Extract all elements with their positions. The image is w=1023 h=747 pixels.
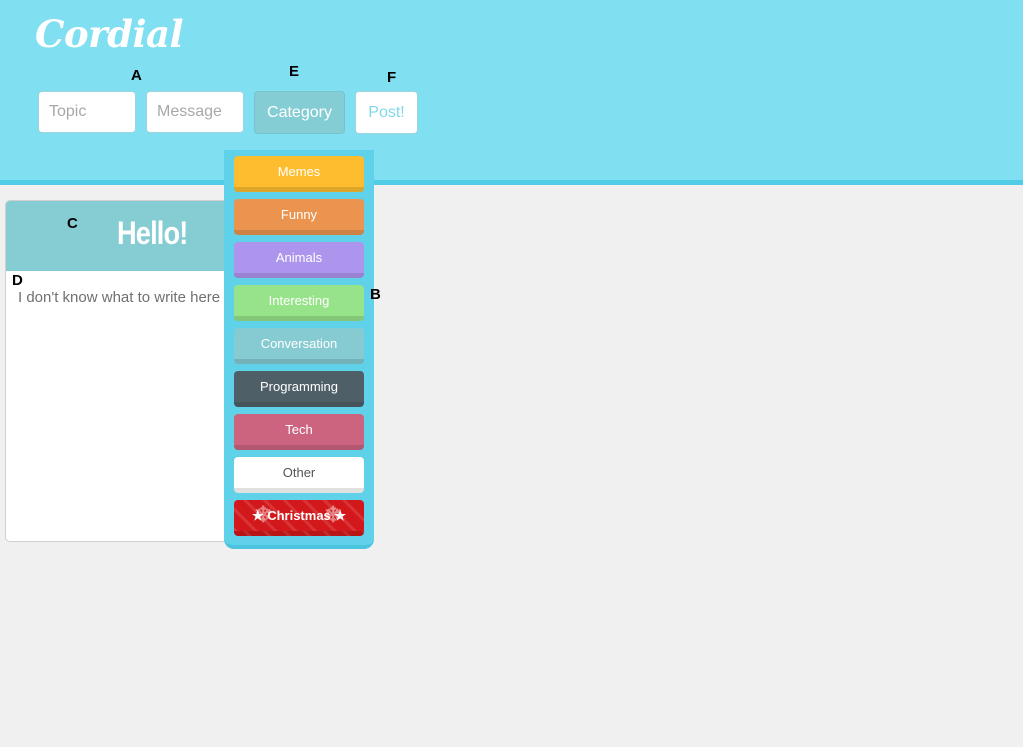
category-programming[interactable]: Programming (234, 371, 364, 407)
post-card-header: Hello! (6, 201, 236, 271)
category-label: Animals (275, 250, 323, 265)
marker-f: F (387, 69, 397, 86)
topic-input[interactable] (38, 91, 136, 133)
category-label: ★ Christmas ★ (251, 508, 347, 523)
post-title: Hello! (117, 215, 188, 251)
app-logo[interactable]: Cordial (35, 12, 184, 56)
post-button[interactable]: Post! (355, 91, 418, 134)
header-bar: Cordial A E F Category Post! (0, 0, 1023, 185)
category-conversation[interactable]: Conversation (234, 328, 364, 364)
category-label: Interesting (268, 293, 330, 308)
category-label: Conversation (260, 336, 338, 351)
marker-d: D (12, 272, 23, 289)
category-button[interactable]: Category (254, 91, 345, 134)
category-other[interactable]: Other (234, 457, 364, 493)
message-input[interactable] (146, 91, 244, 133)
category-tech[interactable]: Tech (234, 414, 364, 450)
category-label: Tech (285, 422, 313, 437)
post-card: Hello! I don't know what to write here (5, 200, 237, 542)
category-christmas[interactable]: ❄ ❄ ★ Christmas ★ (234, 500, 364, 536)
category-label: Funny (280, 207, 318, 222)
category-label: Programming (259, 379, 339, 394)
category-animals[interactable]: Animals (234, 242, 364, 278)
category-dropdown: Memes Funny Animals Interesting Conversa… (224, 150, 374, 549)
marker-b: B (370, 286, 381, 303)
category-label: Memes (277, 164, 321, 179)
category-memes[interactable]: Memes (234, 156, 364, 192)
category-funny[interactable]: Funny (234, 199, 364, 235)
marker-e: E (289, 63, 300, 80)
category-interesting[interactable]: Interesting (234, 285, 364, 321)
post-body: I don't know what to write here (18, 289, 221, 306)
category-label: Other (282, 465, 316, 480)
marker-c: C (67, 215, 78, 232)
marker-a: A (131, 67, 142, 84)
